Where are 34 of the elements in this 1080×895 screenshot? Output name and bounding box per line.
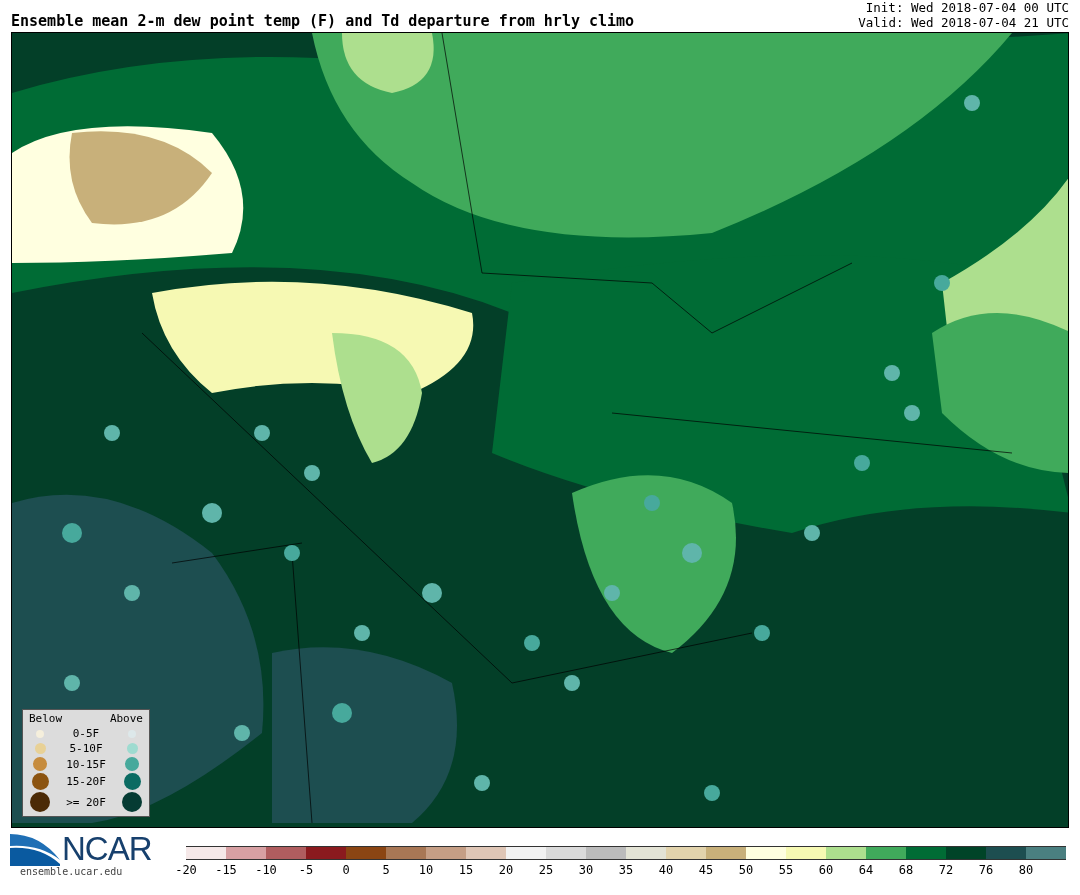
colorbar-tick: 76 xyxy=(978,863,994,877)
colorbar-tick: 15 xyxy=(458,863,474,877)
colorbar-tick: 40 xyxy=(658,863,674,877)
colorbar-tick: 72 xyxy=(938,863,954,877)
colorbar-tick: 60 xyxy=(818,863,834,877)
legend-label: >= 20F xyxy=(66,795,106,809)
colorbar-tick: 0 xyxy=(342,863,350,877)
legend-heading: Below xyxy=(29,712,63,725)
legend-label: 0-5F xyxy=(72,727,100,740)
colorbar-tick: 80 xyxy=(1018,863,1034,877)
legend-label: 5-10F xyxy=(69,742,103,755)
colorbar-tick: 68 xyxy=(898,863,914,877)
colorbar-tick: -10 xyxy=(255,863,277,877)
colorbar-tick: 10 xyxy=(418,863,434,877)
colorbar-tick: 25 xyxy=(538,863,554,877)
website-url: ensemble.ucar.edu xyxy=(20,866,124,877)
chart-title: Ensemble mean 2-m dew point temp (F) and Td departure from hrly climo xyxy=(11,12,635,30)
colorbar-tick: 50 xyxy=(738,863,754,877)
legend-label: 15-20F xyxy=(66,775,106,788)
colorbar-tick: 64 xyxy=(858,863,874,877)
colorbar-tick: 20 xyxy=(498,863,514,877)
colorbar-tick: 45 xyxy=(698,863,714,877)
colorbar-tick: -5 xyxy=(298,863,314,877)
colorbar-tick: -15 xyxy=(215,863,237,877)
logo-text: NCAR xyxy=(62,832,152,866)
legend-label: 10-15F xyxy=(66,757,106,771)
init-time: Init: Wed 2018-07-04 00 UTC xyxy=(865,0,1069,15)
valid-time: Valid: Wed 2018-07-04 21 UTC xyxy=(858,15,1069,30)
colorbar-tick: 30 xyxy=(578,863,594,877)
legend-heading: Above xyxy=(109,712,143,725)
colorbar-tick: 5 xyxy=(382,863,390,877)
colorbar-tick: 35 xyxy=(618,863,634,877)
colorbar-tick: 55 xyxy=(778,863,794,877)
colorbar-tick: -20 xyxy=(175,863,197,877)
